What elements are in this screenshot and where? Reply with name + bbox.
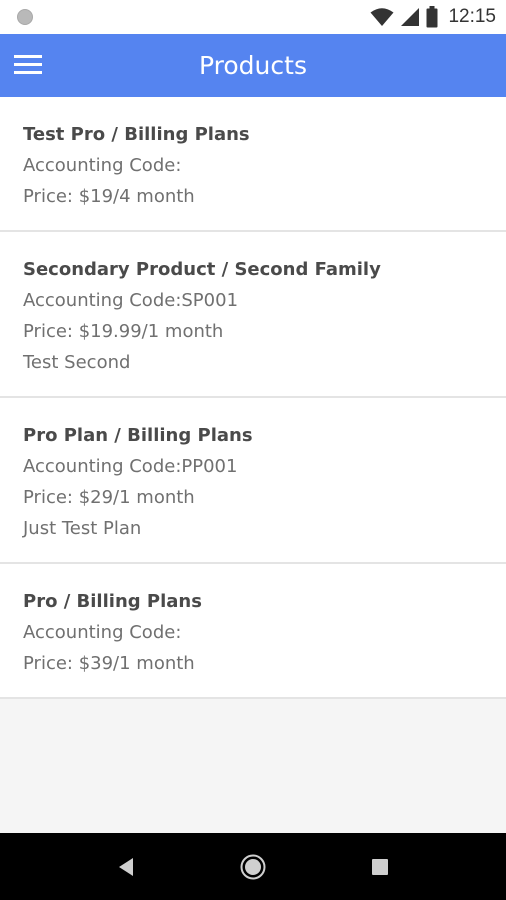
product-description: Test Second <box>23 352 131 373</box>
product-title: Pro / Billing Plans <box>23 591 202 612</box>
recents-icon[interactable] <box>340 833 420 900</box>
status-icons: 12:15 <box>370 5 496 29</box>
product-price: Price: $19/4 month <box>23 186 195 207</box>
back-icon[interactable] <box>86 833 166 900</box>
status-bar: 12:15 <box>0 0 506 34</box>
product-price: Price: $39/1 month <box>23 653 195 674</box>
battery-icon <box>426 6 438 28</box>
accounting-code: Accounting Code:SP001 <box>23 290 239 311</box>
notification-dot-icon <box>17 9 33 25</box>
status-time: 12:15 <box>448 6 496 27</box>
accounting-code: Accounting Code: <box>23 622 182 643</box>
product-title: Pro Plan / Billing Plans <box>23 425 253 446</box>
home-icon[interactable] <box>213 833 293 900</box>
product-title: Secondary Product / Second Family <box>23 259 381 280</box>
list-item[interactable]: Pro Plan / Billing Plans Accounting Code… <box>0 398 506 564</box>
page-title: Products <box>199 51 307 80</box>
accounting-code: Accounting Code:PP001 <box>23 456 238 477</box>
list-item[interactable]: Pro / Billing Plans Accounting Code: Pri… <box>0 564 506 699</box>
system-nav-bar <box>0 833 506 900</box>
product-price: Price: $29/1 month <box>23 487 195 508</box>
hamburger-menu-icon[interactable] <box>12 52 44 78</box>
product-list: Test Pro / Billing Plans Accounting Code… <box>0 97 506 699</box>
wifi-icon <box>370 8 394 26</box>
accounting-code: Accounting Code: <box>23 155 182 176</box>
app-bar: Products <box>0 34 506 97</box>
list-item[interactable]: Secondary Product / Second Family Accoun… <box>0 232 506 398</box>
list-item[interactable]: Test Pro / Billing Plans Accounting Code… <box>0 97 506 232</box>
product-description: Just Test Plan <box>23 518 142 539</box>
signal-icon <box>401 8 420 26</box>
product-title: Test Pro / Billing Plans <box>23 124 250 145</box>
product-price: Price: $19.99/1 month <box>23 321 224 342</box>
